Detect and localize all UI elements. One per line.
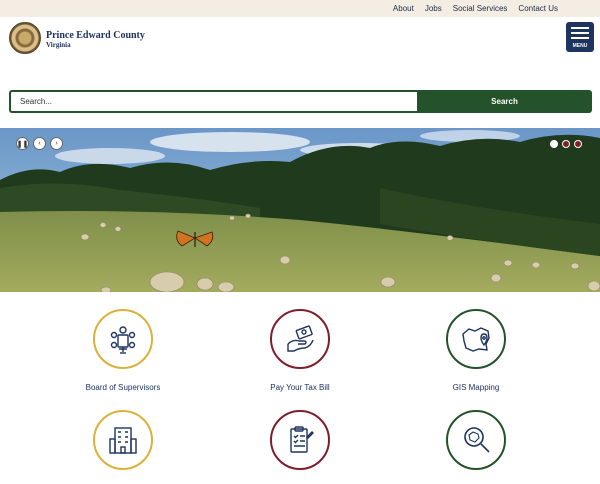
quick-link-board-of-supervisors[interactable]: Board of Supervisors (43, 309, 203, 392)
hero-landscape-image (0, 128, 600, 292)
site-header: Prince Edward County Virginia MENU (0, 17, 600, 69)
quick-link-gis-mapping[interactable]: GIS Mapping (396, 309, 556, 392)
hamburger-icon-bar (571, 32, 589, 34)
search-button[interactable]: Search (417, 90, 592, 113)
money-hand-icon (270, 309, 330, 369)
next-slide-icon[interactable]: › (50, 137, 63, 150)
quick-link-pay-tax-bill[interactable]: Pay Your Tax Bill (220, 309, 380, 392)
site-brand[interactable]: Prince Edward County Virginia (46, 30, 145, 49)
county-seal-logo[interactable] (9, 22, 41, 54)
hamburger-icon-bar (571, 37, 589, 39)
utility-link-social-services[interactable]: Social Services (453, 4, 508, 13)
site-state: Virginia (46, 41, 71, 49)
hamburger-icon (571, 27, 589, 29)
quick-link-building[interactable] (43, 410, 203, 484)
hero-carousel: ❚❚ ‹ › (0, 128, 600, 292)
magnify-map-icon (446, 410, 506, 470)
quick-link-label: Pay Your Tax Bill (270, 383, 330, 392)
butterfly-image (176, 230, 214, 247)
carousel-dot-1[interactable] (550, 140, 558, 148)
search-input[interactable] (9, 90, 417, 113)
utility-nav: About Jobs Social Services Contact Us (0, 0, 600, 17)
site-name: Prince Edward County (46, 30, 145, 41)
quick-link-label: Board of Supervisors (85, 383, 161, 392)
carousel-dot-3[interactable] (574, 140, 582, 148)
clipboard-checklist-icon (270, 410, 330, 470)
menu-label: MENU (572, 43, 588, 49)
quick-link-magnify-map[interactable] (396, 410, 556, 484)
carousel-dot-2[interactable] (562, 140, 570, 148)
pause-icon[interactable]: ❚❚ (16, 137, 29, 150)
quick-link-clipboard[interactable] (220, 410, 380, 484)
menu-button[interactable]: MENU (566, 22, 594, 52)
utility-link-contact-us[interactable]: Contact Us (518, 4, 558, 13)
board-meeting-icon (93, 309, 153, 369)
utility-link-about[interactable]: About (393, 4, 414, 13)
building-icon (93, 410, 153, 470)
search-bar: Search (9, 90, 592, 113)
previous-slide-icon[interactable]: ‹ (33, 137, 46, 150)
quick-link-label: GIS Mapping (452, 383, 500, 392)
map-pin-icon (446, 309, 506, 369)
utility-link-jobs[interactable]: Jobs (425, 4, 442, 13)
